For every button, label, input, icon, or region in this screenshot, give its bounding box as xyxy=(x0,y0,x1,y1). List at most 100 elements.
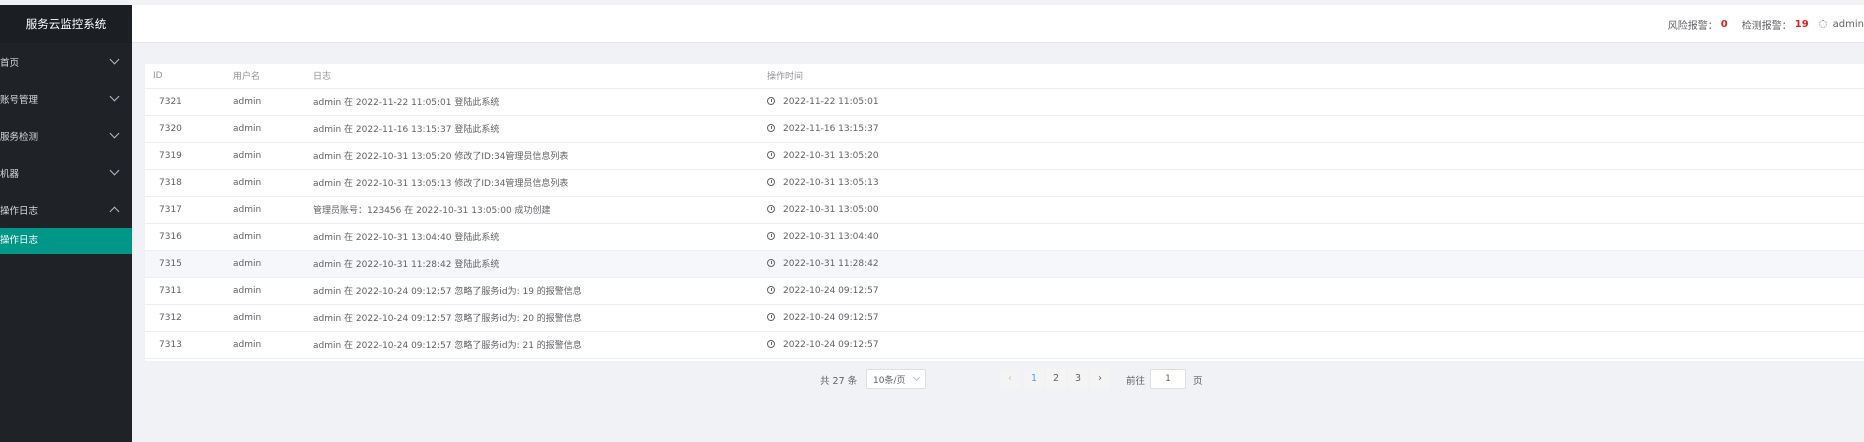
cell-id: 7319 xyxy=(145,142,233,170)
cell-id: 7313 xyxy=(145,331,233,359)
header-bar: 风险报警： 0 检测报警： 19 admin xyxy=(132,5,1864,43)
clock-icon xyxy=(767,123,775,132)
cell-time-text: 2022-10-31 11:28:42 xyxy=(783,258,879,269)
cell-time: 2022-10-31 13:05:00 xyxy=(767,196,1864,224)
chevron-down-icon xyxy=(109,128,120,139)
cell-id: 7317 xyxy=(145,196,233,224)
table-row[interactable]: 7315 admin admin 在 2022-10-31 11:28:42 登陆此… xyxy=(145,250,1864,278)
page-size-select[interactable]: 10条/页 xyxy=(866,369,926,389)
cell-time: 2022-10-24 09:12:57 xyxy=(767,331,1864,359)
clock-icon xyxy=(767,258,775,267)
clock-icon xyxy=(767,96,775,105)
clock-icon xyxy=(767,285,775,294)
current-user[interactable]: admin xyxy=(1833,19,1864,30)
cell-time: 2022-10-31 13:05:20 xyxy=(767,142,1864,170)
header-status: 风险报警： 0 检测报警： 19 admin xyxy=(1668,5,1864,43)
cell-user: admin xyxy=(233,223,313,251)
cell-time-text: 2022-11-22 11:05:01 xyxy=(783,96,879,107)
cell-time: 2022-10-31 13:05:13 xyxy=(767,169,1864,197)
cell-user: admin xyxy=(233,196,313,224)
cell-time: 2022-11-16 13:15:37 xyxy=(767,115,1864,143)
cell-id: 7321 xyxy=(145,88,233,116)
column-header-user: 用户名 xyxy=(233,64,313,89)
goto-page-input[interactable]: 1 xyxy=(1150,369,1186,389)
cell-time-text: 2022-10-31 13:05:00 xyxy=(783,204,879,215)
clock-icon xyxy=(767,177,775,186)
table-row[interactable]: 7321 admin admin 在 2022-11-22 11:05:01 登陆此… xyxy=(145,88,1864,116)
cell-user: admin xyxy=(233,331,313,359)
sidebar-item-3[interactable]: 服务检测 xyxy=(0,117,132,154)
clock-icon xyxy=(767,150,775,159)
cell-user: admin xyxy=(233,304,313,332)
cell-time-text: 2022-11-16 13:15:37 xyxy=(783,123,879,134)
table-row[interactable]: 7317 admin 管理员账号：123456 在 2022-10-31 13:05… xyxy=(145,196,1864,224)
prev-page-button[interactable]: ‹ xyxy=(1000,369,1020,389)
cell-user: admin xyxy=(233,250,313,278)
detect-alarm-count[interactable]: 19 xyxy=(1795,19,1809,30)
pagination: 共 27 条 10条/页 ‹ 1 2 3 › 前往 1 页 xyxy=(0,369,1864,389)
sidebar-item-2[interactable]: 账号管理 xyxy=(0,80,132,117)
table-row[interactable]: 7318 admin admin 在 2022-10-31 13:05:13 修改了… xyxy=(145,169,1864,197)
cell-log: admin 在 2022-10-31 13:05:13 修改了ID:34管理员信… xyxy=(313,169,767,197)
sidebar-item-label: 服务检测 xyxy=(0,131,39,143)
cell-time: 2022-10-24 09:12:57 xyxy=(767,304,1864,332)
cell-log: admin 在 2022-10-31 11:28:42 登陆此系统 xyxy=(313,250,767,278)
column-header-time: 操作时间 xyxy=(767,64,1864,89)
cell-user: admin xyxy=(233,169,313,197)
risk-alarm-label: 风险报警： xyxy=(1667,20,1718,32)
cell-time: 2022-10-31 13:04:40 xyxy=(767,223,1864,251)
pagination-total: 共 27 条 xyxy=(820,376,858,387)
table-row[interactable]: 7316 admin admin 在 2022-10-31 13:04:40 登陆此… xyxy=(145,223,1864,251)
app-title: 服务云监控系统 xyxy=(0,5,132,43)
page-button-1[interactable]: 1 xyxy=(1024,369,1044,389)
table-row[interactable]: 7313 admin admin 在 2022-10-24 09:12:57 忽略了… xyxy=(145,331,1864,359)
cell-log: admin 在 2022-11-22 11:05:01 登陆此系统 xyxy=(313,88,767,116)
cell-log: admin 在 2022-10-31 13:04:40 登陆此系统 xyxy=(313,223,767,251)
goto-label: 前往 xyxy=(1126,376,1146,387)
page-unit-label: 页 xyxy=(1193,376,1203,387)
log-table: ID 用户名 日志 操作时间 7321 admin admin 在 2022-11-… xyxy=(145,64,1864,359)
cell-log: admin 在 2022-10-31 13:05:20 修改了ID:34管理员信… xyxy=(313,142,767,170)
sidebar-subitem-operation-log[interactable]: 操作日志 xyxy=(0,228,132,254)
page-button-3[interactable]: 3 xyxy=(1068,369,1088,389)
cell-user: admin xyxy=(233,142,313,170)
clock-icon xyxy=(767,204,775,213)
cell-id: 7315 xyxy=(145,250,233,278)
cell-time-text: 2022-10-24 09:12:57 xyxy=(783,285,879,296)
sidebar-item-1[interactable]: 首页 xyxy=(0,43,132,80)
log-table-panel: ID 用户名 日志 操作时间 7321 admin admin 在 2022-11-… xyxy=(145,64,1864,361)
cell-id: 7318 xyxy=(145,169,233,197)
table-row[interactable]: 7319 admin admin 在 2022-10-31 13:05:20 修改了… xyxy=(145,142,1864,170)
cell-id: 7311 xyxy=(145,277,233,305)
table-row[interactable]: 7311 admin admin 在 2022-10-24 09:12:57 忽略了… xyxy=(145,277,1864,305)
chevron-down-icon xyxy=(912,373,921,382)
cell-log: admin 在 2022-11-16 13:15:37 登陆此系统 xyxy=(313,115,767,143)
sidebar-item-4[interactable]: 机器 xyxy=(0,154,132,191)
cell-time: 2022-11-22 11:05:01 xyxy=(767,88,1864,116)
cell-time-text: 2022-10-24 09:12:57 xyxy=(783,312,879,323)
cell-log: admin 在 2022-10-24 09:12:57 忽略了服务id为: 20… xyxy=(313,304,767,332)
cell-time-text: 2022-10-31 13:04:40 xyxy=(783,231,879,242)
column-header-log: 日志 xyxy=(313,64,767,89)
sidebar-item-label: 机器 xyxy=(0,168,20,180)
gear-icon[interactable] xyxy=(1818,20,1827,28)
column-header-id: ID xyxy=(145,64,233,89)
page-size-value: 10条/页 xyxy=(873,376,906,386)
clock-icon xyxy=(767,339,775,348)
chevron-down-icon xyxy=(109,54,120,65)
cell-time-text: 2022-10-31 13:05:13 xyxy=(783,177,879,188)
table-row[interactable]: 7312 admin admin 在 2022-10-24 09:12:57 忽略了… xyxy=(145,304,1864,332)
clock-icon xyxy=(767,312,775,321)
sidebar-item-label: 首页 xyxy=(0,57,20,69)
risk-alarm-count[interactable]: 0 xyxy=(1721,19,1728,30)
next-page-button[interactable]: › xyxy=(1090,369,1110,389)
sidebar-item-5[interactable]: 操作日志 xyxy=(0,191,132,228)
cell-time: 2022-10-31 11:28:42 xyxy=(767,250,1864,278)
chevron-down-icon xyxy=(109,165,120,176)
cell-log: admin 在 2022-10-24 09:12:57 忽略了服务id为: 19… xyxy=(313,277,767,305)
cell-user: admin xyxy=(233,88,313,116)
page-button-2[interactable]: 2 xyxy=(1046,369,1066,389)
table-row[interactable]: 7320 admin admin 在 2022-11-16 13:15:37 登陆此… xyxy=(145,115,1864,143)
clock-icon xyxy=(767,231,775,240)
table-header-row: ID 用户名 日志 操作时间 xyxy=(145,64,1864,89)
